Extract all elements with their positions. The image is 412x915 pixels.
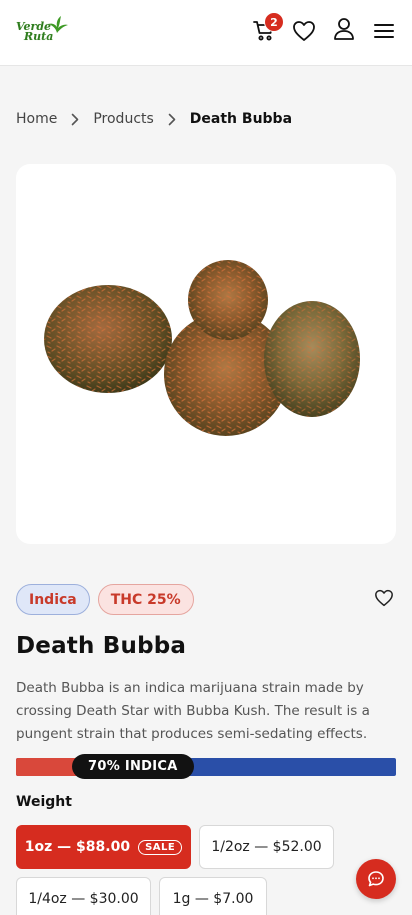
strain-ratio-label: 70% INDICA — [72, 754, 194, 779]
wishlist-button[interactable] — [291, 18, 317, 44]
weight-option-label: 1oz — $88.00 — [24, 839, 131, 855]
product-title: Death Bubba — [16, 633, 187, 659]
logo-word-2: Ruta — [24, 30, 54, 43]
weight-option-label: 1/4oz — $30.00 — [28, 891, 139, 907]
product-description: Death Bubba is an indica marijuana strai… — [16, 680, 370, 742]
breadcrumb-home[interactable]: Home — [16, 111, 57, 127]
site-logo[interactable]: Verde Ruta — [16, 16, 68, 48]
breadcrumb-current: Death Bubba — [189, 111, 293, 127]
site-header: Verde Ruta 2 — [0, 0, 412, 66]
weight-label: Weight — [16, 794, 72, 810]
weight-option-quarter-oz[interactable]: 1/4oz — $30.00 — [16, 877, 151, 915]
heart-icon — [375, 589, 393, 607]
weight-option-half-oz[interactable]: 1/2oz — $52.00 — [199, 825, 334, 869]
user-icon — [334, 18, 354, 40]
breadcrumb-products[interactable]: Products — [93, 111, 153, 127]
account-button[interactable] — [331, 16, 357, 42]
weight-option-1oz[interactable]: 1oz — $88.00 SALE — [16, 825, 191, 869]
sale-badge: SALE — [138, 839, 183, 855]
menu-button[interactable] — [371, 18, 397, 44]
chat-button[interactable] — [356, 859, 396, 899]
chevron-right-icon — [65, 108, 85, 130]
chat-icon — [368, 871, 384, 887]
product-image[interactable] — [16, 164, 396, 544]
weight-option-label: 1g — $7.00 — [172, 891, 254, 907]
thc-badge: THC 25% — [97, 584, 194, 615]
weight-option-label: 1/2oz — $52.00 — [211, 839, 322, 855]
menu-icon — [374, 24, 394, 38]
weight-option-1g[interactable]: 1g — $7.00 — [159, 877, 267, 915]
strain-type-badge: Indica — [16, 584, 90, 615]
breadcrumb: Home Products Death Bubba — [16, 108, 292, 130]
product-photo — [44, 260, 360, 436]
cart-count-badge: 2 — [264, 12, 284, 32]
add-to-wishlist-button[interactable] — [374, 589, 396, 609]
heart-icon — [293, 21, 315, 41]
chevron-right-icon — [162, 108, 182, 130]
product-tags: Indica THC 25% — [16, 584, 194, 615]
